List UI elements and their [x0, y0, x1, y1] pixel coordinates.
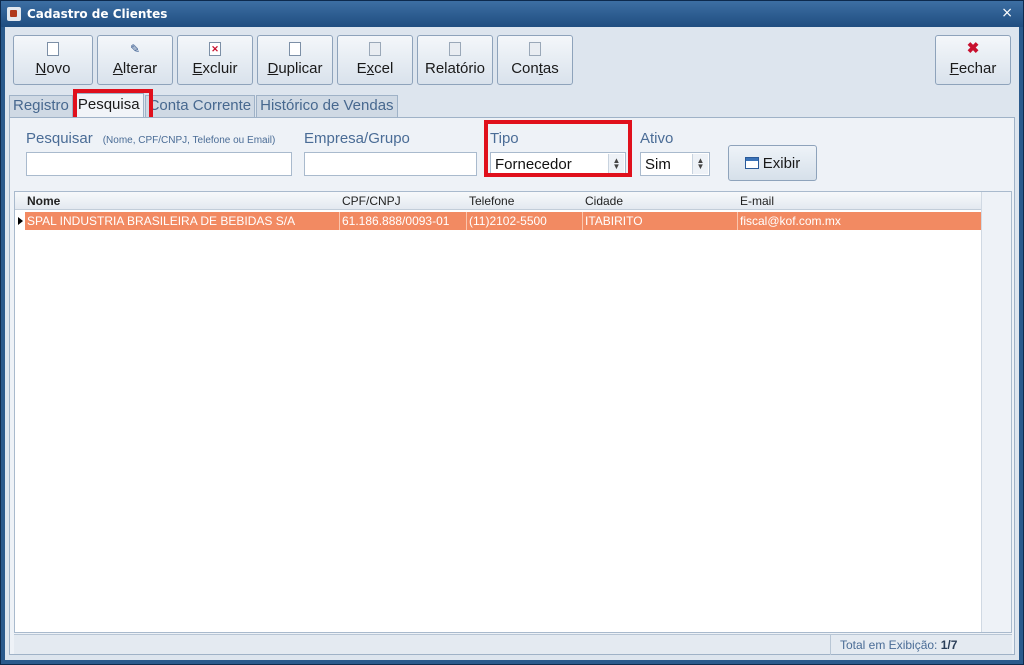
cell-nome: SPAL INDUSTRIA BRASILEIRA DE BEBIDAS S/A	[27, 214, 296, 228]
contas-button[interactable]: Contas	[497, 35, 573, 85]
ativo-selected-value: Sim	[645, 156, 671, 173]
app-icon	[7, 7, 21, 21]
report-icon	[449, 42, 461, 56]
cell-cpf-cnpj: 61.186.888/0093-01	[342, 214, 450, 228]
column-header-email[interactable]: E-mail	[740, 194, 774, 208]
spin-arrows-icon[interactable]: ▲ ▼	[608, 154, 624, 174]
ativo-label: Ativo	[640, 130, 674, 147]
row-indicator-icon	[15, 212, 25, 230]
tipo-label: Tipo	[490, 130, 519, 147]
grid-header: Nome CPF/CNPJ Telefone Cidade E-mail	[15, 192, 1011, 210]
novo-button[interactable]: Novo	[13, 35, 93, 85]
relatorio-button[interactable]: Relatório	[417, 35, 493, 85]
vertical-scrollbar[interactable]	[981, 192, 1011, 632]
close-red-x-icon: ✖	[966, 40, 980, 57]
tipo-select[interactable]: Fornecedor ▲ ▼	[490, 152, 626, 176]
title-bar: Cadastro de Clientes ×	[1, 1, 1023, 27]
exibir-button[interactable]: Exibir	[728, 145, 817, 181]
column-header-nome[interactable]: Nome	[27, 194, 60, 208]
pesquisar-label: Pesquisar (Nome, CPF/CNPJ, Telefone ou Em…	[26, 130, 276, 147]
row-cells: SPAL INDUSTRIA BRASILEIRA DE BEBIDAS S/A…	[25, 212, 981, 230]
pesquisar-input[interactable]	[26, 152, 292, 176]
fechar-button[interactable]: ✖ Fechar	[935, 35, 1011, 85]
duplicate-icon	[289, 42, 301, 56]
table-row[interactable]: SPAL INDUSTRIA BRASILEIRA DE BEBIDAS S/A…	[15, 212, 981, 230]
empresa-grupo-input[interactable]	[304, 152, 477, 176]
novo-label: Novo	[35, 60, 71, 77]
tab-historico-de-vendas[interactable]: Histórico de Vendas	[256, 95, 398, 117]
toolbar: Novo ✎ Alterar ✕ Excluir Duplicar Excel …	[5, 27, 1019, 91]
main-window: Cadastro de Clientes × Novo ✎ Alterar ✕ …	[0, 0, 1024, 665]
exibir-label: Exibir	[762, 154, 801, 172]
total-exibicao-value: 1/7	[940, 638, 958, 652]
total-exibicao: Total em Exibição: 1/7	[840, 638, 958, 652]
relatorio-label: Relatório	[424, 60, 486, 77]
column-header-telefone[interactable]: Telefone	[469, 194, 514, 208]
window-title: Cadastro de Clientes	[27, 7, 168, 21]
new-document-icon	[47, 42, 59, 56]
status-bar: Total em Exibição: 1/7	[14, 634, 1012, 655]
excel-icon	[369, 42, 381, 56]
cell-telefone: (11)2102-5500	[469, 214, 547, 228]
tab-pesquisa[interactable]: Pesquisa	[73, 93, 144, 117]
edit-pencil-icon: ✎	[129, 42, 141, 56]
excel-label: Excel	[356, 60, 394, 77]
accounts-icon	[529, 42, 541, 56]
results-grid: Nome CPF/CNPJ Telefone Cidade E-mail SPA…	[14, 191, 1012, 633]
excluir-label: Excluir	[192, 60, 238, 77]
delete-document-icon: ✕	[209, 42, 221, 56]
spin-arrows-icon[interactable]: ▲ ▼	[692, 154, 708, 174]
fechar-label: Fechar	[949, 60, 997, 77]
tab-registro[interactable]: Registro	[9, 95, 73, 117]
tab-strip: Registro Pesquisa Conta Corrente Históri…	[9, 93, 399, 117]
cell-email: fiscal@kof.com.mx	[740, 214, 841, 228]
column-header-cidade[interactable]: Cidade	[585, 194, 623, 208]
alterar-label: Alterar	[112, 60, 158, 77]
tipo-selected-value: Fornecedor	[495, 156, 572, 173]
excluir-button[interactable]: ✕ Excluir	[177, 35, 253, 85]
pesquisar-hint: (Nome, CPF/CNPJ, Telefone ou Email)	[102, 135, 276, 146]
excel-button[interactable]: Excel	[337, 35, 413, 85]
client-area: Novo ✎ Alterar ✕ Excluir Duplicar Excel …	[5, 27, 1019, 660]
duplicar-button[interactable]: Duplicar	[257, 35, 333, 85]
column-header-cpf-cnpj[interactable]: CPF/CNPJ	[342, 194, 401, 208]
empresa-grupo-label: Empresa/Grupo	[304, 130, 410, 147]
ativo-select[interactable]: Sim ▲ ▼	[640, 152, 710, 176]
window-grid-icon	[744, 157, 759, 169]
tab-conta-corrente[interactable]: Conta Corrente	[144, 95, 256, 117]
contas-label: Contas	[511, 60, 559, 77]
window-close-icon[interactable]: ×	[1001, 5, 1013, 21]
pesquisa-panel: Pesquisar (Nome, CPF/CNPJ, Telefone ou Em…	[9, 117, 1015, 655]
duplicar-label: Duplicar	[267, 60, 323, 77]
alterar-button[interactable]: ✎ Alterar	[97, 35, 173, 85]
cell-cidade: ITABIRITO	[585, 214, 643, 228]
